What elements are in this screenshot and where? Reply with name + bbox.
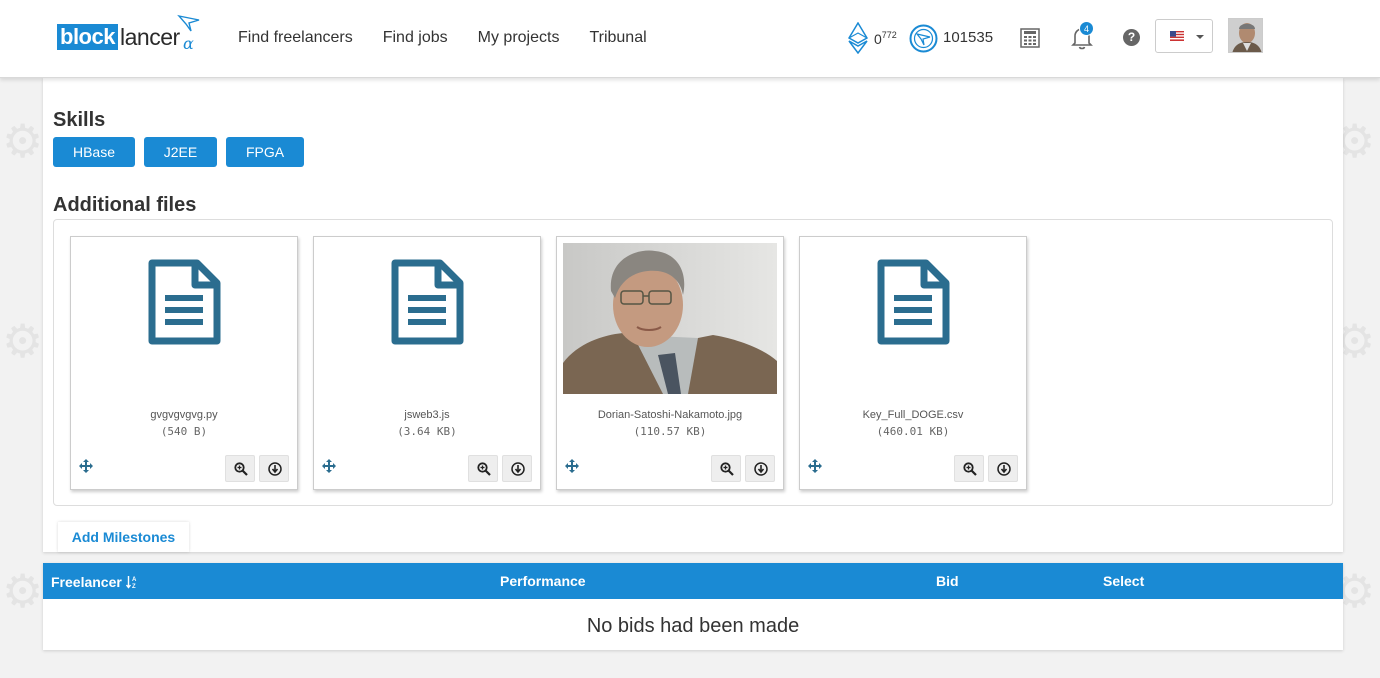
chevron-down-icon [1196,35,1204,39]
file-card[interactable]: gvgvgvgvg.py (540 B) [70,236,298,490]
download-icon [268,462,282,476]
eth-balance-decimals: 772 [881,30,897,40]
zoom-in-icon [963,462,977,476]
skill-tag-fpga[interactable]: FPGA [226,137,304,167]
download-icon [754,462,768,476]
additional-files-heading: Additional files [53,194,197,216]
calculator-icon[interactable] [1020,28,1040,48]
download-button[interactable] [745,455,775,482]
token-balance: 101535 [943,29,994,46]
download-button[interactable] [988,455,1018,482]
file-size: (110.57 KB) [633,425,707,438]
download-button[interactable] [259,455,289,482]
notifications-count-badge: 4 [1079,21,1094,36]
files-panel: gvgvgvgvg.py (540 B) jsweb3.js (3.64 KB)… [53,219,1333,506]
file-size: (540 B) [160,425,208,438]
file-card[interactable]: jsweb3.js (3.64 KB) [313,236,541,490]
zoom-button[interactable] [954,455,984,482]
column-freelancer[interactable]: Freelancer A Z [51,573,139,590]
skill-tag-j2ee[interactable]: J2EE [144,137,217,167]
zoom-button[interactable] [225,455,255,482]
zoom-in-icon [477,462,491,476]
zoom-button[interactable] [711,455,741,482]
bids-table: Freelancer A Z Performance Bid Select No… [43,563,1343,650]
token-icon [909,24,938,53]
sort-alpha-icon: A Z [125,576,137,590]
download-button[interactable] [502,455,532,482]
svg-text:A: A [132,577,137,583]
language-select[interactable] [1155,19,1213,53]
download-icon [511,462,525,476]
bids-table-header: Freelancer A Z Performance Bid Select [43,563,1343,599]
zoom-in-icon [234,462,248,476]
nav-find-jobs[interactable]: Find jobs [383,29,448,47]
move-icon[interactable] [808,459,822,473]
user-avatar[interactable] [1228,18,1263,53]
file-document-icon [877,259,950,345]
move-icon[interactable] [79,459,93,473]
us-flag-icon [1170,31,1184,41]
empty-bids-message: No bids had been made [586,615,800,637]
file-document-icon [148,259,221,345]
zoom-button[interactable] [468,455,498,482]
file-card[interactable]: Dorian-Satoshi-Nakamoto.jpg (110.57 KB) [556,236,784,490]
logo-lancer-text: lancer [120,24,180,50]
skill-tag-hbase[interactable]: HBase [53,137,135,167]
help-icon[interactable]: ? [1123,29,1140,46]
skills-heading: Skills [53,109,106,131]
skills-list: HBase J2EE FPGA [53,137,313,167]
file-size: (460.01 KB) [876,425,950,438]
move-icon[interactable] [565,459,579,473]
nav-my-projects[interactable]: My projects [478,29,560,47]
file-size: (3.64 KB) [397,425,457,438]
column-performance[interactable]: Performance [500,573,586,589]
eth-balance-value: 0 [874,31,882,47]
ethereum-icon [848,22,868,54]
file-name: Key_Full_DOGE.csv [862,409,964,421]
file-name: Dorian-Satoshi-Nakamoto.jpg [597,409,743,421]
eth-balance: 0772 [874,30,897,47]
file-image-preview [563,243,777,394]
nav-find-freelancers[interactable]: Find freelancers [238,29,353,47]
column-bid[interactable]: Bid [936,573,959,589]
file-name: jsweb3.js [404,409,450,421]
add-milestones-button[interactable]: Add Milestones [58,522,189,552]
svg-text:Z: Z [132,584,136,589]
project-details-card: Skills HBase J2EE FPGA Additional files … [43,78,1343,552]
nav-tribunal[interactable]: Tribunal [589,29,646,47]
file-document-icon [391,259,464,345]
zoom-in-icon [720,462,734,476]
logo-bird-icon [177,14,200,32]
main-nav: Find freelancers Find jobs My projects T… [238,29,677,47]
logo-alpha-text: α [183,34,194,53]
logo-block-text: block [57,24,118,50]
top-navbar: block lancer α Find freelancers Find job… [0,0,1380,78]
file-card[interactable]: Key_Full_DOGE.csv (460.01 KB) [799,236,1027,490]
download-icon [997,462,1011,476]
move-icon[interactable] [322,459,336,473]
column-freelancer-label: Freelancer [51,574,122,590]
column-select[interactable]: Select [1103,573,1144,589]
file-name: gvgvgvgvg.py [150,409,218,421]
